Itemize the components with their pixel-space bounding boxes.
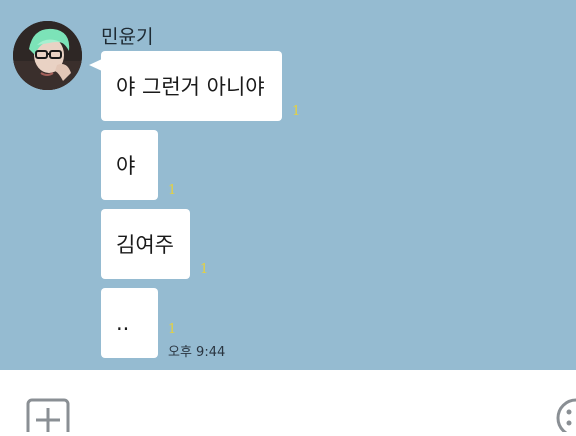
unread-count: 1 <box>200 262 209 277</box>
unread-count: 1 <box>292 104 301 119</box>
message-text: 야 그런거 아니야 <box>116 75 265 99</box>
message-bubble[interactable]: 야 <box>101 130 158 200</box>
unread-count: 1 <box>168 322 177 337</box>
message-bubble[interactable]: 김여주 <box>101 209 190 279</box>
message-text: 김여주 <box>116 233 174 257</box>
sender-name: 민윤기 <box>101 26 154 48</box>
message-text: 야 <box>116 154 136 178</box>
smiley-icon[interactable] <box>554 397 576 436</box>
message-text: .. <box>116 311 130 335</box>
message-bubble[interactable]: .. <box>101 288 158 358</box>
plus-square-icon[interactable] <box>26 398 72 436</box>
message-composer <box>0 370 576 436</box>
sender-avatar[interactable] <box>13 21 82 90</box>
message-timestamp: 오후 9:44 <box>168 345 226 360</box>
profile-photo <box>13 21 82 90</box>
unread-count: 1 <box>168 183 177 198</box>
chat-area: 민윤기 야 그런거 아니야 1 야 1 김여주 1 .. 1 오후 9:44 <box>0 0 576 370</box>
message-bubble[interactable]: 야 그런거 아니야 <box>101 51 282 121</box>
